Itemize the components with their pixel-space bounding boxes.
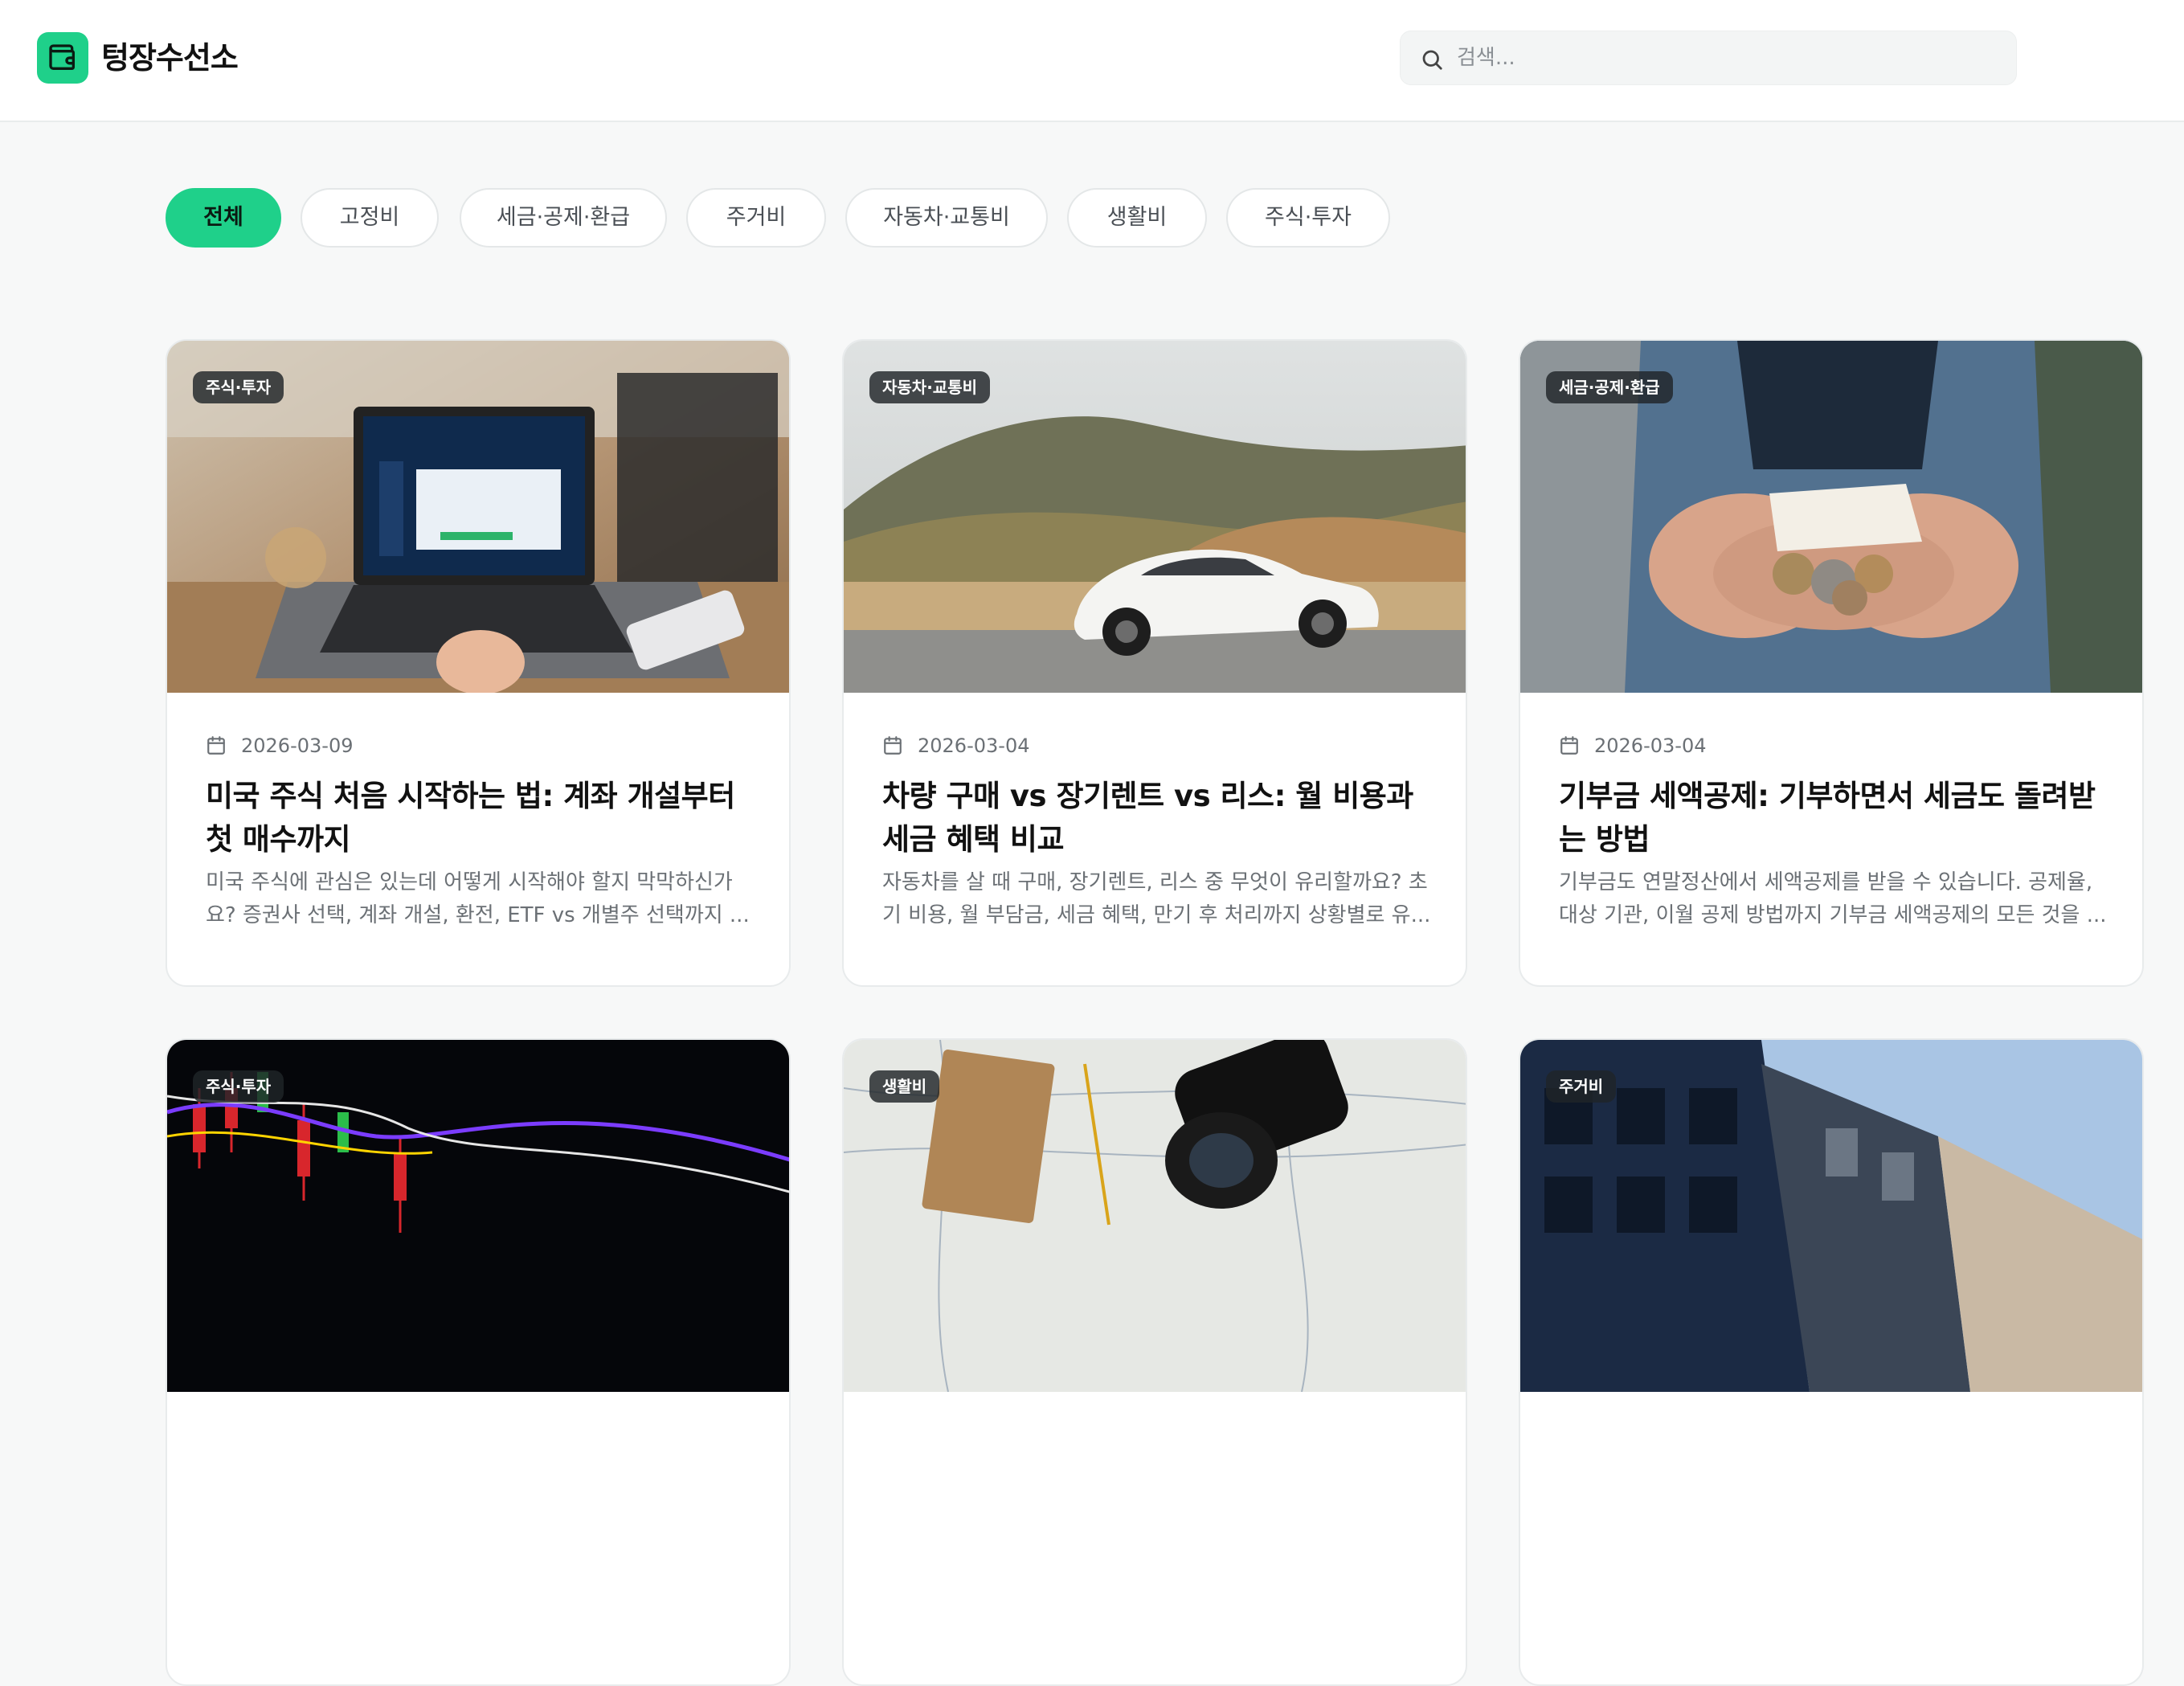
post-card[interactable]: 생활비 <box>842 1038 1467 1686</box>
category-chip-housing[interactable]: 주거비 <box>686 188 826 248</box>
calendar-icon <box>884 736 902 755</box>
category-badge: 주식·투자 <box>193 371 284 403</box>
category-chip-fixed-cost[interactable]: 고정비 <box>301 188 439 248</box>
post-excerpt: 자동차를 살 때 구매, 장기렌트, 리스 중 무엇이 유리할까요? 초기 비용… <box>882 870 1431 927</box>
category-badge: 자동차·교통비 <box>869 371 990 403</box>
brand-name[interactable]: 텅장수선소 <box>101 35 239 80</box>
post-date: 2026-03-04 <box>918 735 1030 757</box>
post-date: 2026-03-09 <box>241 735 354 757</box>
post-card[interactable]: 주거비 <box>1519 1038 2144 1686</box>
search-input[interactable] <box>1457 31 2003 84</box>
post-card[interactable]: 세금·공제·환급 2026-03-04 기부금 세액공제: 기부하면서 세금도 … <box>1519 339 2144 987</box>
post-title[interactable]: 기부금 세액공제: 기부하면서 세금도 돌려받는 방법 <box>1559 775 2113 861</box>
post-title[interactable]: 미국 주식 처음 시작하는 법: 계좌 개설부터 첫 매수까지 <box>206 775 760 861</box>
category-badge: 주식·투자 <box>193 1070 284 1103</box>
top-header: 텅장수선소 <box>0 0 2184 122</box>
post-meta: 2026-03-04 <box>882 731 1029 760</box>
category-chip-tax[interactable]: 세금·공제·환급 <box>460 188 667 248</box>
search-icon <box>1422 50 1442 70</box>
post-card[interactable]: 주식·투자 2026-03-09 미국 주식 처음 시작하는 법: 계좌 개설부… <box>166 339 791 987</box>
category-chip-stocks[interactable]: 주식·투자 <box>1226 188 1390 248</box>
category-badge: 생활비 <box>869 1070 940 1103</box>
post-date: 2026-03-04 <box>1594 735 1707 757</box>
calendar-icon <box>207 736 225 755</box>
post-meta: 2026-03-09 <box>206 731 353 760</box>
category-chip-all[interactable]: 전체 <box>166 188 281 248</box>
category-chip-car[interactable]: 자동차·교통비 <box>845 188 1048 248</box>
category-badge: 세금·공제·환급 <box>1546 371 1673 403</box>
post-excerpt: 미국 주식에 관심은 있는데 어떻게 시작해야 할지 막막하신가요? 증권사 선… <box>206 870 750 927</box>
calendar-icon <box>1560 736 1578 755</box>
wallet-logo-icon[interactable] <box>37 32 88 84</box>
search-box[interactable] <box>1400 31 2017 85</box>
post-meta: 2026-03-04 <box>1559 731 1706 760</box>
post-card[interactable]: 자동차·교통비 2026-03-04 차량 구매 vs 장기렌트 vs 리스: … <box>842 339 1467 987</box>
post-title[interactable]: 차량 구매 vs 장기렌트 vs 리스: 월 비용과 세금 혜택 비교 <box>882 775 1437 861</box>
category-badge: 주거비 <box>1546 1070 1617 1103</box>
post-excerpt: 기부금도 연말정산에서 세액공제를 받을 수 있습니다. 공제율, 대상 기관,… <box>1559 870 2107 927</box>
post-card[interactable]: 주식·투자 <box>166 1038 791 1686</box>
category-chip-living[interactable]: 생활비 <box>1067 188 1207 248</box>
